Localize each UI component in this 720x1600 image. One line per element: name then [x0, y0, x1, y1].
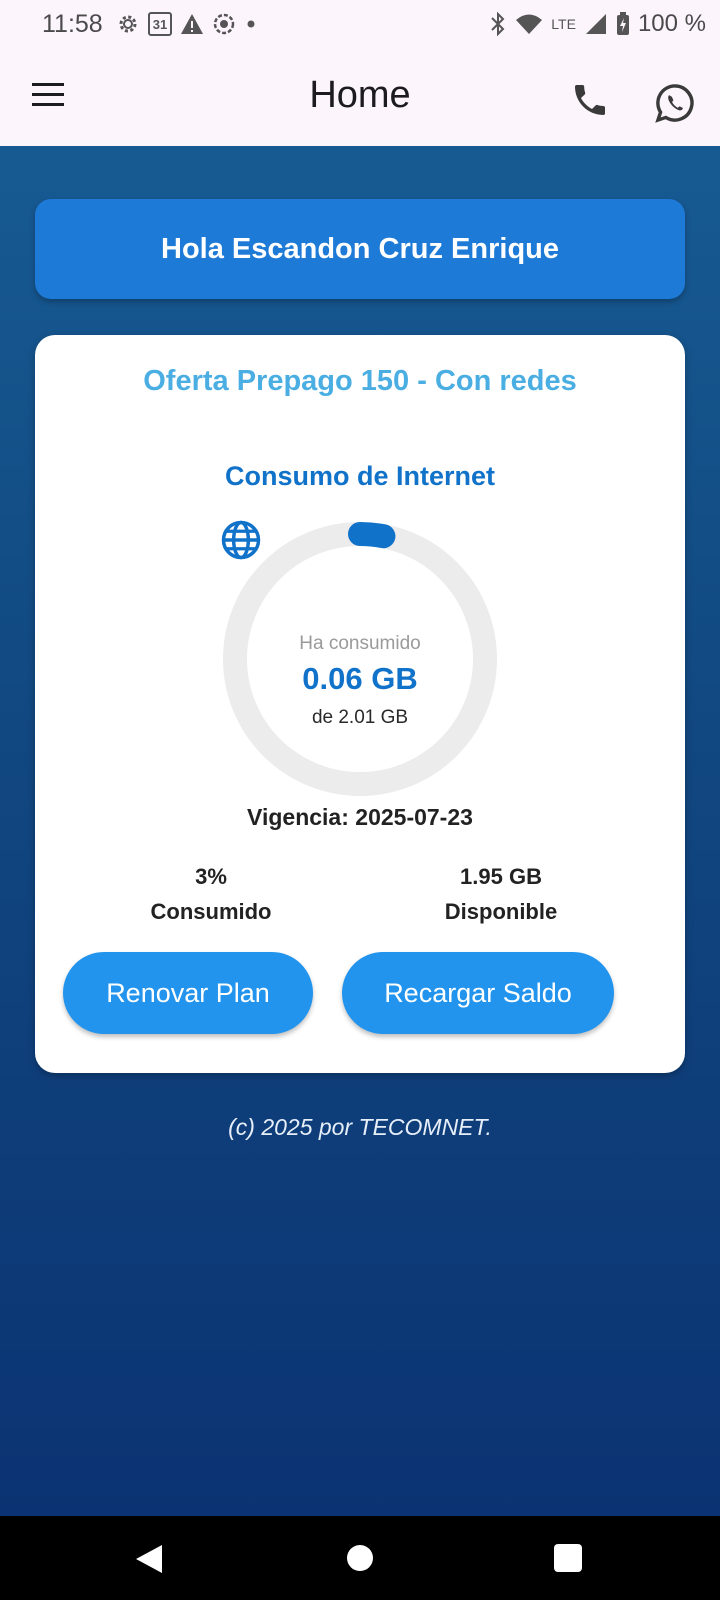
battery-percent: 100 % [637, 10, 706, 37]
call-button[interactable] [570, 80, 618, 128]
menu-button[interactable] [28, 74, 70, 116]
bluetooth-icon [491, 12, 505, 36]
gauge-track [223, 522, 497, 796]
available-value: 1.95 GB [460, 864, 542, 889]
app-bar: Home [0, 50, 720, 146]
consumed-percent-value: 3% [195, 864, 227, 889]
consumed-percent-stat: 3% Consumido [101, 859, 321, 929]
signal-icon [585, 14, 606, 34]
phone-icon [575, 85, 605, 115]
gauge-ring [223, 522, 497, 796]
warning-icon [181, 14, 203, 34]
whatsapp-button[interactable] [654, 82, 704, 132]
recharge-balance-button[interactable]: Recargar Saldo [342, 952, 614, 1034]
menu-icon [32, 83, 64, 106]
consumed-value: 0.06 GB [302, 661, 418, 696]
back-icon[interactable] [134, 1543, 164, 1575]
greeting-card: Hola Escandon Cruz Enrique [35, 199, 685, 299]
status-icons-left: 31 [116, 12, 258, 36]
greeting-text: Hola Escandon Cruz Enrique [161, 232, 559, 265]
status-icons-right: LTE 100 % [489, 10, 706, 38]
plan-card: Oferta Prepago 150 - Con redes Consumo d… [35, 335, 685, 1073]
dot-icon [247, 20, 255, 28]
validity-date: Vigencia: 2025-07-23 [247, 804, 473, 830]
consumed-percent-label: Consumido [150, 899, 272, 924]
home-icon[interactable] [347, 1545, 373, 1571]
total-label: de 2.01 GB [311, 707, 409, 728]
wifi-icon [516, 14, 543, 34]
settings-icon [119, 15, 137, 33]
record-icon [213, 13, 235, 35]
available-label: Disponible [444, 899, 558, 924]
status-bar: 11:58 31 LTE 100 % [0, 0, 720, 50]
renew-plan-button[interactable]: Renovar Plan [63, 952, 313, 1034]
globe-icon [221, 520, 261, 560]
footer-copyright: (c) 2025 por TECOMNET. [228, 1114, 492, 1140]
calendar-icon: 31 [148, 12, 172, 36]
plan-name: Oferta Prepago 150 - Con redes [143, 365, 577, 397]
available-stat: 1.95 GB Disponible [391, 859, 611, 929]
system-nav-bar [0, 1516, 720, 1600]
recents-icon[interactable] [554, 1544, 582, 1572]
consumed-label: Ha consumido [299, 633, 421, 654]
status-time: 11:58 [42, 10, 103, 38]
main-content: Hola Escandon Cruz Enrique Oferta Prepag… [0, 146, 720, 1516]
network-type: LTE [551, 16, 576, 32]
whatsapp-icon [655, 84, 694, 123]
battery-icon [616, 12, 629, 35]
consumption-gauge: Ha consumido 0.06 GB de 2.01 GB [220, 519, 500, 799]
consumption-title: Consumo de Internet [224, 461, 495, 491]
